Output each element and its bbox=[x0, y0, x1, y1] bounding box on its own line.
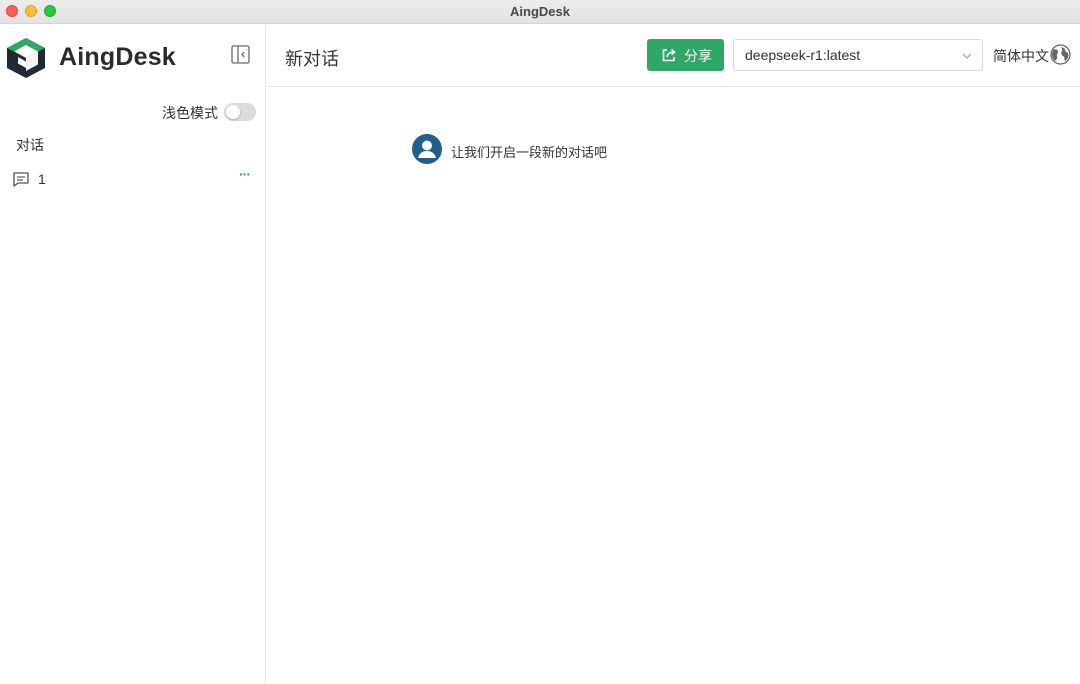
theme-mode-toggle[interactable] bbox=[224, 103, 256, 121]
toggle-knob bbox=[226, 105, 240, 119]
brand-name: AingDesk bbox=[59, 43, 176, 71]
user-avatar-icon bbox=[412, 134, 442, 164]
share-button-label: 分享 bbox=[684, 48, 712, 64]
theme-mode-label: 浅色模式 bbox=[162, 105, 218, 121]
chat-title: 新对话 bbox=[285, 49, 339, 69]
globe-icon[interactable] bbox=[1050, 44, 1071, 65]
chevron-down-icon bbox=[962, 53, 972, 59]
share-button[interactable]: 分享 bbox=[647, 39, 724, 71]
sidebar: AingDesk 浅色模式 对话 1 ··· bbox=[0, 25, 266, 684]
conversation-more-button[interactable]: ··· bbox=[239, 166, 251, 182]
model-select-value: deepseek-r1:latest bbox=[745, 47, 861, 63]
conversations-section-label: 对话 bbox=[16, 137, 44, 153]
window-title: AingDesk bbox=[510, 4, 570, 19]
sidebar-collapse-icon[interactable] bbox=[231, 45, 250, 64]
share-icon bbox=[662, 48, 676, 62]
conversation-name: 1 bbox=[38, 171, 46, 187]
main-panel: 新对话 分享 deepseek-r1:latest 简体中文 让我们开启一段新的… bbox=[266, 25, 1080, 684]
chat-header: 新对话 分享 deepseek-r1:latest 简体中文 bbox=[266, 25, 1080, 87]
conversation-list-item[interactable]: 1 ··· bbox=[0, 165, 265, 193]
welcome-text: 让我们开启一段新的对话吧 bbox=[451, 145, 608, 160]
app-logo-icon bbox=[7, 38, 45, 78]
language-selector[interactable]: 简体中文 bbox=[993, 46, 1049, 66]
model-select[interactable]: deepseek-r1:latest bbox=[733, 39, 983, 71]
window-titlebar: AingDesk bbox=[0, 0, 1080, 24]
chat-bubble-icon bbox=[13, 172, 29, 187]
